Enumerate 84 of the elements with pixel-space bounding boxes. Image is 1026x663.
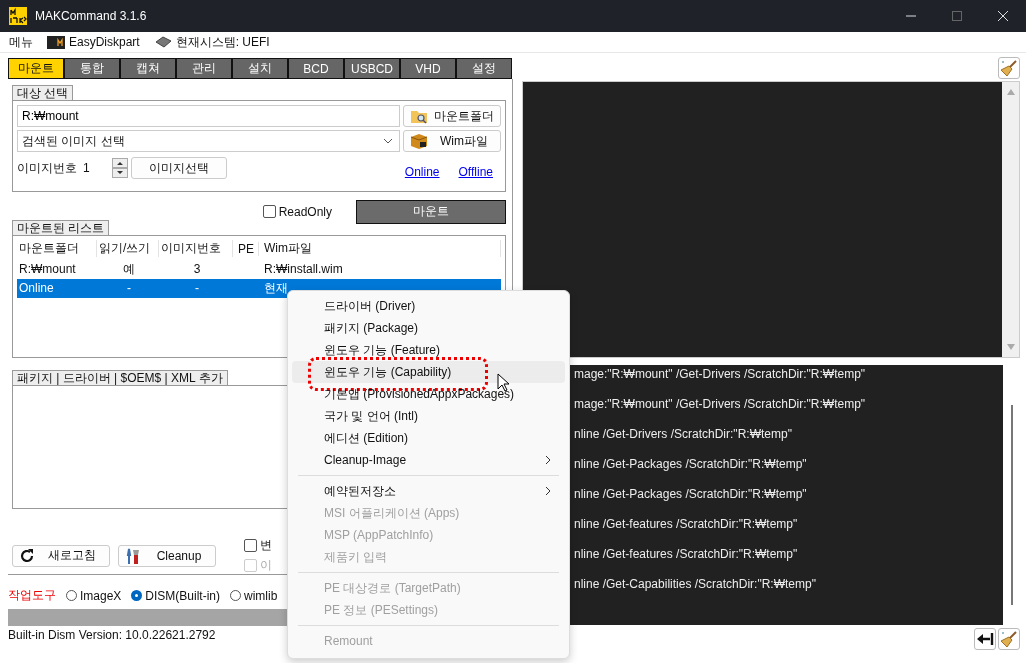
menu-item[interactable]: 기본앱 (ProvisionedAppxPackages): [292, 383, 565, 405]
clear-button[interactable]: [998, 628, 1020, 650]
menu-item[interactable]: 국가 및 언어 (Intl): [292, 405, 565, 427]
tab[interactable]: 설치: [232, 58, 288, 79]
column-header[interactable]: 마운트폴더: [17, 240, 97, 258]
console-line: mage:"R:₩mount" /Get-Drivers /ScratchDir:"R:₩temp": [574, 366, 867, 383]
spinner-arrows-icon: [112, 158, 128, 178]
table-cell-text: R:₩mount: [18, 262, 77, 277]
tab[interactable]: VHD: [400, 58, 456, 79]
column-header[interactable]: 이미지번호: [159, 240, 233, 258]
chevron-down-icon: [383, 138, 393, 144]
tool-radio[interactable]: DISM(Built-in): [131, 588, 221, 603]
window-title: MAKCommand 3.1.6: [35, 9, 147, 23]
tool-radio[interactable]: wimlib: [230, 588, 278, 603]
tool-radio[interactable]: ImageX: [66, 588, 122, 603]
menu-item[interactable]: 윈도우 기능 (Feature): [292, 339, 565, 361]
menu-item[interactable]: 드라이버 (Driver): [292, 295, 565, 317]
arrow-left-icon: [976, 632, 994, 646]
console-line: nline /Get-Packages /ScratchDir:"R:₩temp": [574, 486, 808, 503]
column-header[interactable]: Wim파일: [259, 240, 501, 258]
mount-folder-button[interactable]: 마운트폴더: [403, 105, 501, 127]
enter-button[interactable]: [974, 628, 996, 650]
table-cell-text: R:₩install.wim: [263, 262, 344, 277]
menu-item[interactable]: 메뉴: [9, 33, 33, 51]
broom-icon: [1000, 59, 1018, 77]
terminal-icon: [47, 35, 65, 49]
tab[interactable]: 통합: [64, 58, 120, 79]
scrollbar-thumb[interactable]: [1010, 405, 1013, 605]
column-header[interactable]: PE: [233, 241, 259, 256]
wim-file-button[interactable]: Wim파일: [403, 130, 501, 152]
console-line: nline /Get-features /ScratchDir:"R:₩temp": [574, 516, 799, 533]
table-row[interactable]: R:₩mount 예 3 R:₩install.wim: [17, 259, 501, 279]
mount-button[interactable]: 마운트: [356, 199, 506, 224]
image-number-spinner[interactable]: 1: [80, 157, 128, 179]
scroll-up-icon[interactable]: [1005, 88, 1016, 96]
menu-item[interactable]: 패키지 (Package): [292, 317, 565, 339]
tab[interactable]: 관리: [176, 58, 232, 79]
console-line: nline /Get-Capabilities /ScratchDir:"R:₩temp": [574, 576, 817, 593]
status-text: Built-in Dism Version: 10.0.22621.2792: [8, 628, 216, 642]
refresh-button[interactable]: 새로고침: [12, 544, 110, 567]
scrollbar[interactable]: [1002, 82, 1019, 357]
chip-icon: [153, 36, 172, 48]
table-cell-text: -: [126, 281, 132, 296]
readonly-checkbox[interactable]: ReadOnly: [262, 204, 332, 219]
refresh-icon: [19, 547, 35, 564]
menu-item[interactable]: 에디션 (Edition): [292, 427, 565, 449]
scroll-down-icon[interactable]: [1005, 343, 1016, 351]
menu-item[interactable]: 예약된저장소: [292, 480, 565, 502]
clear-button[interactable]: [998, 57, 1020, 79]
menu-item[interactable]: 윈도우 기능 (Capability): [292, 361, 565, 383]
cleanup-button[interactable]: Cleanup: [118, 544, 216, 567]
menu-item[interactable]: 현재시스템: UEFI: [175, 33, 270, 51]
console-line: nline /Get-features /ScratchDir:"R:₩temp": [574, 546, 799, 563]
table-cell-text: 현재: [263, 279, 289, 297]
console-line: mage:"R:₩mount" /Get-Drivers /ScratchDir:"R:₩temp": [574, 396, 867, 413]
group-title: 마운트된 리스트: [12, 219, 110, 235]
menu-item[interactable]: EasyDiskpart: [69, 35, 140, 49]
image-number-label: 이미지번호: [17, 159, 77, 177]
table-cell-text: -: [194, 281, 200, 296]
group-title: 대상 선택: [12, 85, 74, 100]
option-checkbox[interactable]: 변: [244, 537, 272, 554]
console-line: nline /Get-Packages /ScratchDir:"R:₩temp": [574, 456, 808, 473]
tab[interactable]: 캡쳐: [120, 58, 176, 79]
broom-icon: [1000, 630, 1018, 648]
table-cell-text: Online: [18, 281, 55, 296]
link[interactable]: Offline: [458, 165, 493, 179]
app-logo-icon: [9, 7, 27, 25]
link[interactable]: Online: [404, 165, 440, 179]
tab[interactable]: 설정: [456, 58, 512, 79]
tab[interactable]: 마운트: [8, 58, 64, 79]
path-field[interactable]: R:₩mount: [17, 105, 400, 127]
tab[interactable]: BCD: [288, 58, 344, 79]
package-icon: [410, 133, 428, 149]
column-header[interactable]: 읽기/쓰기: [97, 240, 159, 258]
image-dropdown[interactable]: 검색된 이미지 선택: [17, 130, 400, 152]
image-select-button[interactable]: 이미지선택: [131, 157, 227, 179]
group-title: 패키지 | 드라이버 | $OEM$ | XML 추가: [12, 369, 228, 385]
table-cell-text: 3: [192, 262, 202, 277]
menu-item[interactable]: Cleanup-Image: [292, 449, 565, 471]
console-line: nline /Get-Drivers /ScratchDir:"R:₩temp": [574, 426, 793, 443]
tab[interactable]: USBCD: [344, 58, 400, 79]
tool-label: 작업도구: [8, 587, 56, 604]
folder-search-icon: [410, 108, 428, 124]
table-cell-text: 예: [122, 260, 136, 278]
